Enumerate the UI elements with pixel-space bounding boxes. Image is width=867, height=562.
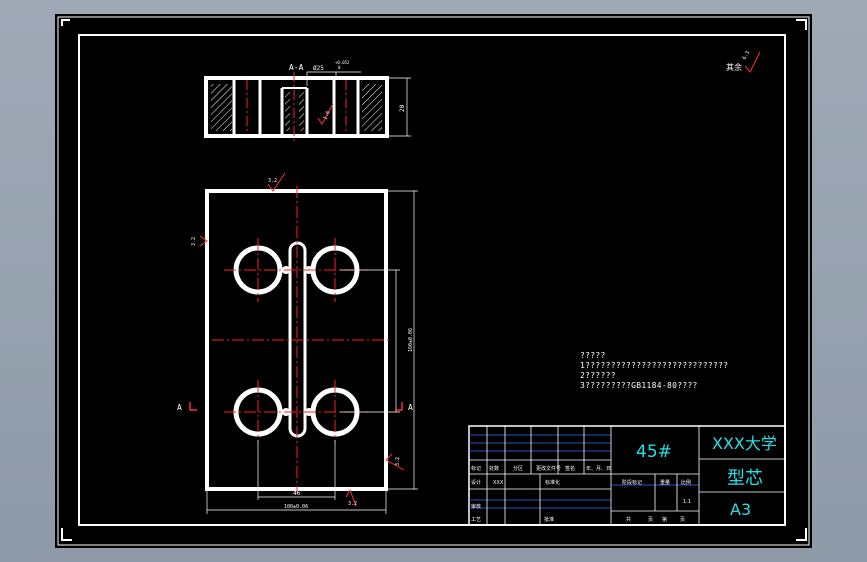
tb-standard-label: 标准化 <box>545 479 560 486</box>
thickness-dim: 20 <box>399 104 406 112</box>
tb-header-date: 年、月、日 <box>586 465 611 472</box>
section-label: A-A <box>289 63 304 72</box>
tb-sheet-no: 第 <box>662 516 667 523</box>
roughness-top: 3.2 <box>268 178 277 184</box>
section-hatch-left <box>211 84 232 131</box>
bore-dia-label: Ø25 <box>313 65 324 72</box>
cad-drawing: A-A Ø25 +0.052 0 20 1.6 46 100±0.06 160±… <box>55 14 812 548</box>
roughness-right: 3.2 <box>395 457 401 466</box>
notes-item-3: 3?????????GB1184-80???? <box>580 381 698 390</box>
tb-sheet-page2: 页 <box>680 517 685 523</box>
hole-spacing-dim: 46 <box>293 490 301 497</box>
tb-stage-label: 阶段标记 <box>622 479 642 486</box>
section-hatch-center-left <box>285 90 290 131</box>
section-hatch-center-right <box>299 90 304 131</box>
tb-sheet-size: A3 <box>730 500 751 519</box>
tb-scale-value: 1:1 <box>683 499 691 505</box>
tb-header-count: 处数 <box>489 465 499 472</box>
tb-weight-label: 重量 <box>660 479 670 486</box>
tb-header-sign: 签名 <box>565 465 575 472</box>
roughness-bottom: 3.2 <box>348 501 357 507</box>
tb-school: XXX大学 <box>712 434 777 453</box>
section-marker-left: A <box>177 403 182 412</box>
notes-item-2: 2?????? <box>580 371 616 380</box>
notes-title: ????? <box>580 351 606 360</box>
tb-scale-label: 比例 <box>681 479 691 486</box>
tb-header-zone: 分区 <box>513 465 523 472</box>
tb-sheet-total: 共 <box>626 516 631 523</box>
tb-process-label: 工艺 <box>471 517 481 523</box>
section-marker-right: A <box>408 403 413 412</box>
tb-review-label: 审核 <box>471 503 481 510</box>
technical-notes: ????? 1???????????????????????????? 2???… <box>580 351 728 391</box>
tb-designer: XXX <box>493 480 504 486</box>
tb-part-name: 型芯 <box>727 468 763 489</box>
drawing-sheet <box>55 14 812 548</box>
roughness-left: 3.2 <box>191 237 197 246</box>
tb-header-mark: 标记 <box>471 465 481 472</box>
tb-sheet-page1: 页 <box>648 517 653 523</box>
general-roughness-label: 其余 <box>726 62 742 72</box>
notes-item-1: 1???????????????????????????? <box>580 361 729 370</box>
width-dim: 100±0.06 <box>284 504 308 510</box>
height-dim: 160±0.06 <box>408 328 414 352</box>
tb-header-doc: 更改文件号 <box>536 465 561 472</box>
tb-design-label: 设计 <box>471 479 481 486</box>
section-hatch-right <box>362 84 382 131</box>
tb-approve-label: 批准 <box>544 516 554 523</box>
tb-material: 45# <box>636 442 672 462</box>
